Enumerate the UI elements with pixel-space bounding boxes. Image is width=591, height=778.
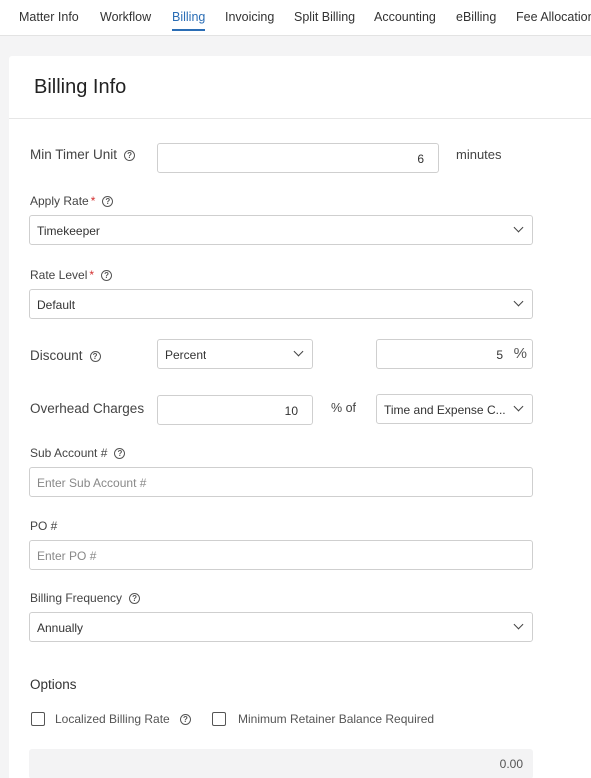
help-icon[interactable]: ?	[101, 270, 113, 281]
help-icon[interactable]: ?	[124, 150, 136, 161]
tab-invoicing[interactable]: Invoicing	[225, 10, 274, 24]
tab-fee-allocation[interactable]: Fee Allocation	[516, 10, 591, 24]
section-title: Billing Info	[34, 76, 127, 98]
tab-split-billing[interactable]: Split Billing	[294, 10, 355, 24]
overhead-basis-select[interactable]: Time and Expense C...	[376, 394, 533, 424]
section-divider	[9, 118, 591, 119]
options-title: Options	[30, 677, 77, 692]
apply-rate-select[interactable]: Timekeeper	[29, 215, 533, 245]
retainer-amount-field: 0.00	[29, 749, 533, 778]
rate-level-label: Rate Level *?	[30, 268, 113, 282]
chevron-down-icon	[513, 619, 524, 630]
help-icon[interactable]: ?	[89, 351, 101, 362]
help-icon[interactable]: ?	[102, 196, 114, 207]
percent-icon: %	[513, 345, 527, 362]
min-timer-unit-label: Min Timer Unit?	[30, 147, 136, 162]
sub-account-input[interactable]: Enter Sub Account #	[29, 467, 533, 497]
tab-ebilling[interactable]: eBilling	[456, 10, 496, 24]
billing-frequency-label: Billing Frequency?	[30, 591, 141, 605]
localized-billing-rate-checkbox[interactable]	[31, 712, 45, 726]
minutes-unit-label: minutes	[456, 147, 502, 162]
overhead-charges-label: Overhead Charges	[30, 401, 145, 416]
overhead-charges-input[interactable]: 10	[157, 395, 313, 425]
help-icon[interactable]: ?	[114, 448, 126, 459]
billing-frequency-select[interactable]: Annually	[29, 612, 533, 642]
apply-rate-label: Apply Rate *?	[30, 194, 114, 208]
po-input[interactable]: Enter PO #	[29, 540, 533, 570]
discount-type-select[interactable]: Percent	[157, 339, 313, 369]
discount-label: Discount?	[30, 348, 101, 363]
chevron-down-icon	[513, 401, 524, 412]
tab-workflow[interactable]: Workflow	[100, 10, 151, 24]
rate-level-select[interactable]: Default	[29, 289, 533, 319]
help-icon[interactable]: ?	[129, 593, 141, 604]
percent-of-label: % of	[331, 401, 357, 415]
tab-accounting[interactable]: Accounting	[374, 10, 436, 24]
tab-bar: Matter Info Workflow Billing Invoicing S…	[0, 0, 591, 36]
discount-amount-input[interactable]: 5 %	[376, 339, 533, 369]
sub-account-label: Sub Account #?	[30, 446, 126, 460]
min-retainer-balance-checkbox[interactable]	[212, 712, 226, 726]
localized-billing-rate-label: Localized Billing Rate	[55, 712, 170, 726]
tab-billing[interactable]: Billing	[172, 10, 206, 31]
po-label: PO #	[30, 519, 58, 533]
chevron-down-icon	[513, 222, 524, 233]
tab-matter-info[interactable]: Matter Info	[19, 10, 79, 24]
min-timer-unit-input[interactable]: 6	[157, 143, 439, 173]
help-icon[interactable]: ?	[180, 714, 191, 725]
chevron-down-icon	[513, 296, 524, 307]
min-retainer-balance-label: Minimum Retainer Balance Required	[238, 712, 435, 726]
chevron-down-icon	[293, 346, 304, 357]
billing-info-card: Billing Info Min Timer Unit? 6 minutes A…	[9, 56, 591, 778]
